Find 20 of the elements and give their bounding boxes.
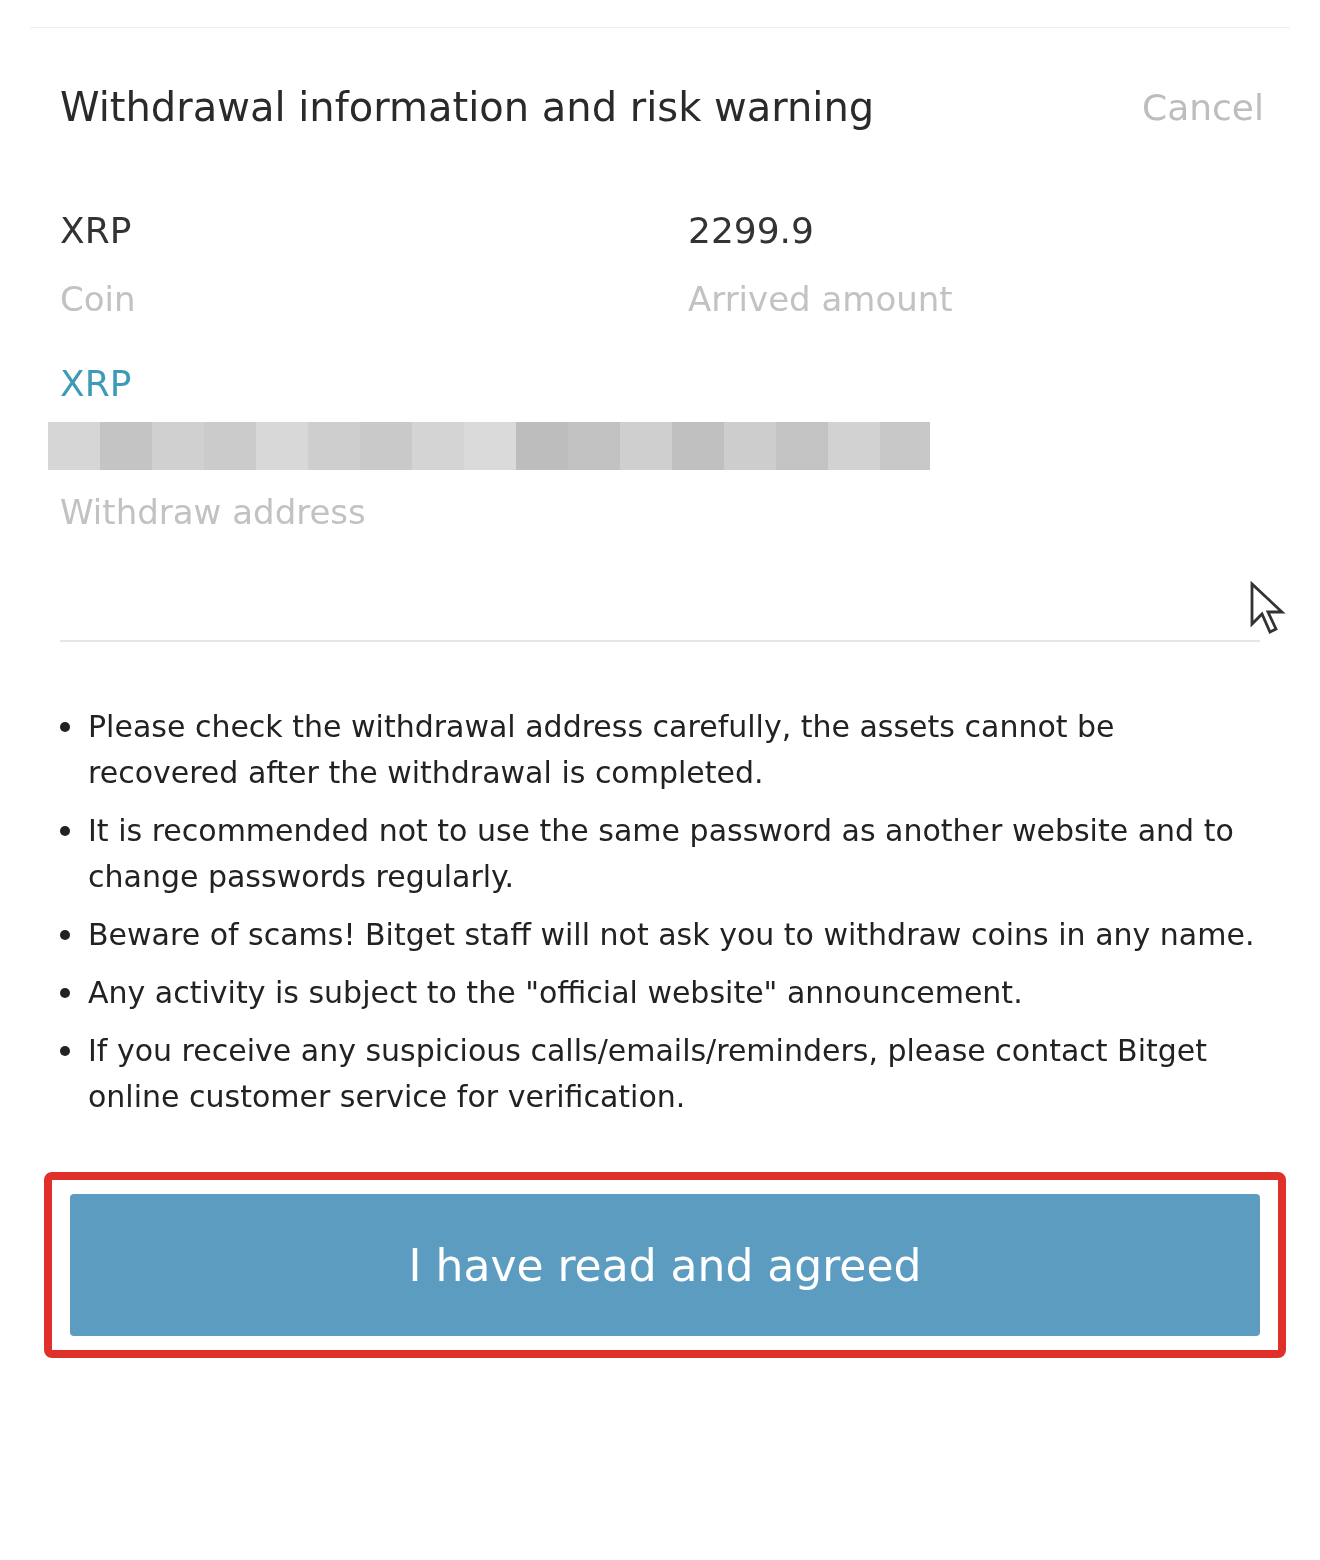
bullet-icon: [60, 826, 70, 836]
bullet-icon: [60, 1046, 70, 1056]
agree-button[interactable]: I have read and agreed: [70, 1194, 1260, 1336]
warning-note: Beware of scams! Bitget staff will not ask you to withdraw coins in any name.: [88, 916, 1255, 954]
cancel-link[interactable]: Cancel: [1142, 86, 1264, 128]
warning-note: If you receive any suspicious calls/emails/reminders, please contact Bitget online customer service for verification.: [88, 1032, 1209, 1116]
summary-label: Coin: [60, 279, 137, 319]
warning-note: Please check the withdrawal address carefully, the assets cannot be recovered after the withdrawal is completed.: [88, 708, 1116, 792]
bullet-icon: [60, 988, 70, 998]
warning-note: Any activity is subject to the "official website" announcement.: [88, 974, 1023, 1012]
dialog-title: Withdrawal information and risk warning: [60, 84, 875, 130]
bullet-icon: [60, 722, 70, 732]
address-label: Withdraw address: [59, 492, 367, 532]
summary-label: Arrived amount: [688, 279, 954, 319]
cursor-icon: [1248, 580, 1288, 636]
summary-value: 2299.9: [688, 210, 815, 251]
network-name: XRP: [59, 363, 133, 404]
bullet-icon: [60, 930, 70, 940]
summary-value: XRP: [60, 210, 133, 251]
warning-note: It is recommended not to use the same password as another website and to change passwords regularly.: [88, 812, 1235, 896]
